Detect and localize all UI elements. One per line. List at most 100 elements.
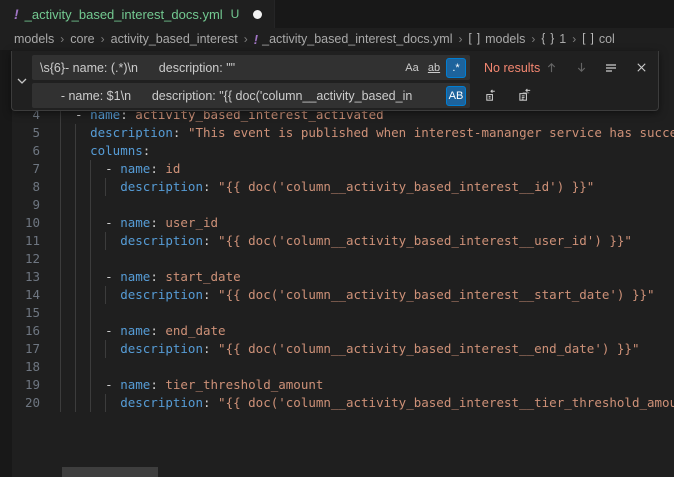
indent-guide: [75, 286, 90, 304]
indent-guide: [75, 196, 90, 214]
editor[interactable]: 1version: 223models:4- name: activity_ba…: [0, 50, 674, 477]
line-number: 15: [0, 304, 40, 322]
breadcrumb-item-_activity_based_interest_docs.yml[interactable]: !_activity_based_interest_docs.yml: [254, 32, 453, 47]
find-in-selection-button[interactable]: [600, 57, 622, 79]
line-content: description: "{{ doc('column__activity_b…: [60, 232, 674, 250]
code-area[interactable]: 1version: 223models:4- name: activity_ba…: [0, 52, 674, 477]
indent-guide: [75, 178, 90, 196]
match-case-toggle[interactable]: Aa: [402, 58, 422, 78]
horizontal-scrollbar-thumb[interactable]: [62, 467, 158, 477]
indent-guide: [90, 178, 105, 196]
indent-guide: [105, 394, 120, 412]
line-number: 17: [0, 340, 40, 358]
tab-active-file[interactable]: ! _activity_based_interest_docs.yml U: [0, 0, 275, 28]
indent-guide: [60, 268, 75, 286]
indent-guide: [75, 394, 90, 412]
indent-guide: [90, 160, 105, 178]
indent-guide: [60, 358, 75, 376]
indent-guide: [60, 196, 75, 214]
replace-button[interactable]: [480, 85, 502, 107]
breadcrumb-separator-icon: ›: [60, 32, 64, 46]
close-find-widget-button[interactable]: [630, 57, 652, 79]
breadcrumb-separator-icon: ›: [459, 32, 463, 46]
toggle-replace-button[interactable]: [12, 51, 32, 110]
code-line-10[interactable]: 10- name: user_id: [0, 214, 674, 232]
line-number: 16: [0, 322, 40, 340]
code-line-19[interactable]: 19- name: tier_threshold_amount: [0, 376, 674, 394]
tab-filename: _activity_based_interest_docs.yml: [25, 7, 223, 22]
breadcrumb-item-models[interactable]: models: [14, 32, 54, 46]
indent-guide: [60, 232, 75, 250]
indent-guide: [60, 214, 75, 232]
yaml-file-icon: !: [14, 6, 19, 22]
code-line-14[interactable]: 14description: "{{ doc('column__activity…: [0, 286, 674, 304]
previous-match-button[interactable]: [540, 57, 562, 79]
code-line-17[interactable]: 17 description: "{{ doc('column__activity…: [0, 340, 674, 358]
line-number: 9: [0, 196, 40, 214]
indent-guide: [60, 250, 75, 268]
indent-guide: [90, 340, 105, 358]
code-line-5[interactable]: 5description: "This event is published w…: [0, 124, 674, 142]
code-line-11[interactable]: 11description: "{{ doc('column__activity…: [0, 232, 674, 250]
code-line-13[interactable]: 13- name: start_date: [0, 268, 674, 286]
line-content: [60, 196, 674, 214]
indent-guide: [75, 124, 90, 142]
breadcrumb-label: models: [14, 32, 54, 46]
replace-icon: [484, 88, 499, 103]
code-line-20[interactable]: 20description: "{{ doc('column__activity…: [0, 394, 674, 412]
array-symbol-icon: [ ]: [582, 33, 595, 45]
replace-all-icon: [518, 88, 533, 103]
indent-guide: [75, 268, 90, 286]
indent-guide: [90, 376, 105, 394]
breadcrumb-item-1[interactable]: { } 1: [541, 32, 566, 46]
breadcrumb-item-core[interactable]: core: [70, 32, 94, 46]
line-content: description: "{{ doc('column__activity_b…: [60, 340, 674, 358]
breadcrumb-separator-icon: ›: [572, 32, 576, 46]
next-match-button[interactable]: [570, 57, 592, 79]
indent-guide: [60, 160, 75, 178]
indent-guide: [60, 340, 75, 358]
replace-input[interactable]: - name: $1\n description: "{{ doc('colum…: [32, 83, 470, 108]
find-input[interactable]: \s{6}- name: (.*)\n description: "" Aa a…: [32, 55, 470, 80]
find-replace-widget: \s{6}- name: (.*)\n description: "" Aa a…: [11, 51, 659, 111]
find-in-selection-icon: [604, 61, 618, 75]
breadcrumb-label: models: [485, 32, 525, 46]
breadcrumb: models › core › activity_based_interest › !_ac…: [0, 28, 674, 50]
object-symbol-icon: { }: [541, 33, 555, 45]
chevron-down-icon: [16, 75, 28, 87]
code-line-16[interactable]: 16- name: end_date: [0, 322, 674, 340]
line-content: description: "{{ doc('column__activity_b…: [60, 286, 674, 304]
code-line-9[interactable]: 9: [0, 196, 674, 214]
indent-guide: [105, 232, 120, 250]
whole-word-toggle[interactable]: ab: [424, 58, 444, 78]
code-line-12[interactable]: 12: [0, 250, 674, 268]
line-number: 20: [0, 394, 40, 412]
unsaved-changes-dot-icon[interactable]: [253, 10, 262, 19]
line-content: - name: user_id: [60, 214, 674, 232]
preserve-case-toggle[interactable]: AB: [446, 86, 466, 106]
breadcrumb-separator-icon: ›: [244, 32, 248, 46]
line-number: 8: [0, 178, 40, 196]
breadcrumb-item-col[interactable]: [ ]col: [582, 32, 615, 46]
code-line-7[interactable]: 7- name: id: [0, 160, 674, 178]
code-line-6[interactable]: 6columns:: [0, 142, 674, 160]
indent-guide: [90, 214, 105, 232]
indent-guide: [90, 322, 105, 340]
indent-guide: [90, 304, 105, 322]
indent-guide: [75, 340, 90, 358]
git-untracked-badge: U: [231, 7, 240, 21]
breadcrumb-item-activity_based_interest[interactable]: activity_based_interest: [111, 32, 238, 46]
regex-toggle[interactable]: .*: [446, 58, 466, 78]
code-line-18[interactable]: 18: [0, 358, 674, 376]
indent-guide: [60, 394, 75, 412]
indent-guide: [75, 160, 90, 178]
code-line-8[interactable]: 8description: "{{ doc('column__activity_…: [0, 178, 674, 196]
breadcrumb-item-models[interactable]: [ ]models: [469, 32, 526, 46]
replace-all-button[interactable]: [514, 85, 536, 107]
breadcrumb-label: 1: [559, 32, 566, 46]
line-content: - name: start_date: [60, 268, 674, 286]
indent-guide: [60, 376, 75, 394]
indent-guide: [75, 250, 90, 268]
code-line-15[interactable]: 15: [0, 304, 674, 322]
line-number: 19: [0, 376, 40, 394]
